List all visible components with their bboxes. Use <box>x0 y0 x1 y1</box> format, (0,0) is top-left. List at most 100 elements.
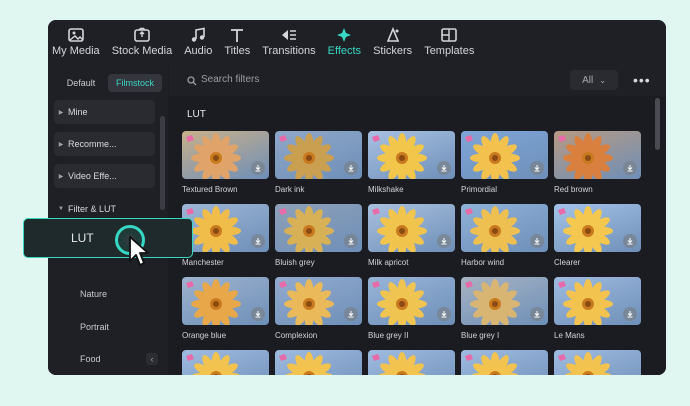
download-icon[interactable] <box>437 234 451 248</box>
filter-card[interactable] <box>554 350 641 375</box>
download-icon[interactable] <box>623 161 637 175</box>
filter-card[interactable]: Milkshake <box>368 131 455 194</box>
filter-thumbnail <box>182 131 269 179</box>
search-icon <box>187 76 197 86</box>
download-icon[interactable] <box>437 161 451 175</box>
filter-card[interactable] <box>461 350 548 375</box>
filter-card[interactable] <box>182 350 269 375</box>
filter-thumbnail <box>275 131 362 179</box>
filter-label: Complexion <box>275 331 318 340</box>
filter-thumbnail <box>461 350 548 375</box>
filter-card[interactable]: Bluish grey <box>275 204 362 267</box>
app-window: My Media Stock Media Audio Titles Transi… <box>48 20 666 375</box>
tab-effects[interactable]: Effects <box>328 20 361 64</box>
filter-thumbnail <box>368 350 455 375</box>
more-options-icon[interactable]: ••• <box>633 72 651 88</box>
download-icon[interactable] <box>530 161 544 175</box>
tab-stock-media[interactable]: Stock Media <box>112 20 172 64</box>
tab-audio[interactable]: Audio <box>184 20 212 64</box>
chevron-left-icon: ‹ <box>150 354 154 364</box>
filter-label: Bluish grey <box>275 258 315 267</box>
download-icon[interactable] <box>251 234 265 248</box>
filter-card[interactable]: Textured Brown <box>182 131 269 194</box>
sidebar-item-video-effects[interactable]: ▶ Video Effe... <box>54 164 155 188</box>
sidebar-subitem-nature[interactable]: Nature <box>80 289 107 299</box>
tab-transitions[interactable]: Transitions <box>262 20 316 64</box>
filter-label: Orange blue <box>182 331 227 340</box>
download-icon[interactable] <box>530 234 544 248</box>
filter-card[interactable]: Harbor wind <box>461 204 548 267</box>
tab-titles[interactable]: Titles <box>224 20 250 64</box>
flower-image <box>279 352 334 375</box>
sidebar-item-recommended[interactable]: ▶ Recomme... <box>54 132 155 156</box>
filter-label: Clearer <box>554 258 581 267</box>
filter-card[interactable]: Blue grey I <box>461 277 548 340</box>
tab-my-media[interactable]: My Media <box>52 20 100 64</box>
tab-templates[interactable]: Templates <box>424 20 474 64</box>
filter-dropdown[interactable]: All ⌄ <box>570 70 618 90</box>
sidebar-item-label: Recomme... <box>68 139 117 149</box>
tab-label: My Media <box>52 45 100 57</box>
sparkle-icon <box>337 28 352 42</box>
mouse-cursor-icon <box>129 236 149 266</box>
download-icon[interactable] <box>623 234 637 248</box>
segment-default[interactable]: Default <box>54 74 108 92</box>
filter-card[interactable]: Blue grey II <box>368 277 455 340</box>
sidebar-subitem-lut[interactable]: LUT <box>23 218 193 258</box>
filter-card[interactable]: Orange blue <box>182 277 269 340</box>
sticker-icon <box>386 27 399 42</box>
tab-label: Templates <box>424 45 475 57</box>
filter-card[interactable]: Red brown <box>554 131 641 194</box>
filter-card[interactable] <box>275 350 362 375</box>
download-icon[interactable] <box>623 307 637 321</box>
filter-label: Manchester <box>182 258 224 267</box>
filter-thumbnail <box>275 350 362 375</box>
filter-card[interactable] <box>368 350 455 375</box>
filter-card[interactable]: Milk apricot <box>368 204 455 267</box>
filter-label: Le Mans <box>554 331 585 340</box>
download-icon[interactable] <box>344 161 358 175</box>
sidebar-item-mine[interactable]: ▶ Mine <box>54 100 155 124</box>
tab-label: Transitions <box>262 45 316 57</box>
sidebar-item-label: Video Effe... <box>68 171 117 181</box>
filter-label: Blue grey II <box>368 331 409 340</box>
sidebar-scrollbar[interactable] <box>160 116 165 210</box>
filter-grid: LUT Textured Brown Dark ink Milkshake Primo… <box>169 96 666 375</box>
download-icon[interactable] <box>251 307 265 321</box>
download-icon[interactable] <box>344 234 358 248</box>
filter-card[interactable]: Le Mans <box>554 277 641 340</box>
filter-card[interactable]: Complexion <box>275 277 362 340</box>
collapse-arrow-icon: ▼ <box>58 206 64 212</box>
search-bar: Search filters All ⌄ ••• <box>169 64 666 96</box>
collapse-sidebar-button[interactable]: ‹ <box>146 353 158 365</box>
download-icon[interactable] <box>530 307 544 321</box>
sidebar-subitem-portrait[interactable]: Portrait <box>80 322 109 332</box>
filter-thumbnail <box>461 204 548 252</box>
filter-thumbnail <box>554 131 641 179</box>
download-icon[interactable] <box>251 161 265 175</box>
download-icon[interactable] <box>344 307 358 321</box>
filter-label: Blue grey I <box>461 331 500 340</box>
expand-arrow-icon: ▶ <box>58 141 64 148</box>
dropdown-value: All <box>582 74 594 86</box>
template-icon <box>441 28 458 42</box>
media-icon <box>68 28 84 42</box>
content-scrollbar[interactable] <box>655 98 660 150</box>
filter-card[interactable]: Dark ink <box>275 131 362 194</box>
search-input[interactable]: Search filters <box>201 74 259 85</box>
filter-thumbnail <box>275 277 362 325</box>
segment-filmstock[interactable]: Filmstock <box>108 74 162 92</box>
filter-card[interactable]: Clearer <box>554 204 641 267</box>
download-icon[interactable] <box>437 307 451 321</box>
filter-thumbnail <box>182 350 269 375</box>
filter-card[interactable]: Manchester <box>182 204 269 267</box>
filter-label: Textured Brown <box>182 185 238 194</box>
filter-thumbnail <box>275 204 362 252</box>
tab-stickers[interactable]: Stickers <box>373 20 412 64</box>
filter-thumbnail <box>368 277 455 325</box>
filter-thumbnail <box>554 277 641 325</box>
filter-thumbnail <box>554 350 641 375</box>
sidebar-subitem-food[interactable]: Food <box>80 354 101 364</box>
filter-card[interactable]: Primordial <box>461 131 548 194</box>
section-title: LUT <box>187 109 206 120</box>
